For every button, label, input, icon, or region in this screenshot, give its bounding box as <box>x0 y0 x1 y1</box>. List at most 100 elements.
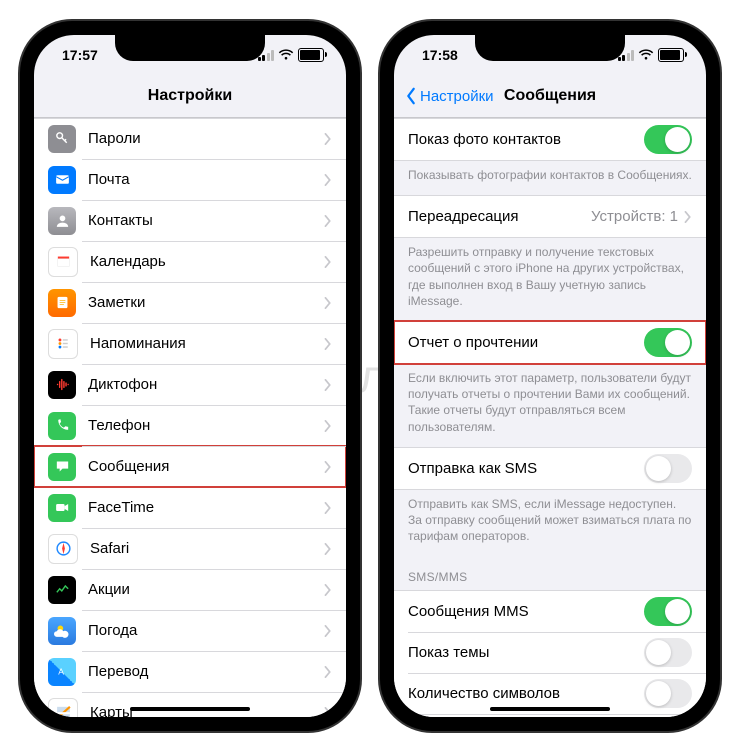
row-label: Safari <box>90 540 324 557</box>
facetime-icon <box>48 494 76 522</box>
settings-row-voice-memos[interactable]: Диктофон <box>34 364 346 405</box>
settings-row-contacts[interactable]: Контакты <box>34 200 346 241</box>
settings-row-reminders[interactable]: Напоминания <box>34 323 346 364</box>
row-show-contact-photos[interactable]: Показ фото контактов <box>394 118 706 161</box>
chevron-right-icon <box>684 211 692 223</box>
row-label: Почта <box>88 171 324 188</box>
row-label: Заметки <box>88 294 324 311</box>
chevron-right-icon <box>324 133 332 145</box>
navbar: Настройки Сообщения <box>394 75 706 118</box>
row-show-subject[interactable]: Показ темы <box>394 632 706 673</box>
chevron-right-icon <box>324 420 332 432</box>
back-button[interactable]: Настройки <box>404 87 494 105</box>
notch <box>475 35 625 61</box>
mail-icon <box>48 166 76 194</box>
chevron-right-icon <box>324 338 332 350</box>
section-footer: Если включить этот параметр, пользовател… <box>394 364 706 447</box>
battery-icon <box>658 48 684 62</box>
weather-icon <box>48 617 76 645</box>
section-footer: Показывать фотографии контактов в Сообще… <box>394 161 706 195</box>
row-label: Отправка как SMS <box>408 460 644 477</box>
row-label: Сообщения <box>88 458 324 475</box>
mms-messaging-toggle[interactable] <box>644 597 692 626</box>
phone-icon <box>48 412 76 440</box>
chevron-right-icon <box>324 256 332 268</box>
home-indicator[interactable] <box>130 707 250 711</box>
status-time: 17:58 <box>422 47 458 63</box>
settings-row-translate[interactable]: А Перевод <box>34 651 346 692</box>
translate-icon: А <box>48 658 76 686</box>
section-header: SMS/MMS <box>394 556 706 590</box>
row-label: Показ темы <box>408 644 644 661</box>
settings-row-weather[interactable]: Погода <box>34 610 346 651</box>
settings-row-messages[interactable]: Сообщения <box>34 446 346 487</box>
maps-icon <box>48 698 78 718</box>
row-label: Сообщения MMS <box>408 603 644 620</box>
settings-row-safari[interactable]: Safari <box>34 528 346 569</box>
row-label: Телефон <box>88 417 324 434</box>
row-send-as-sms[interactable]: Отправка как SMS <box>394 447 706 490</box>
section-footer: Отправить как SMS, если iMessage недосту… <box>394 490 706 557</box>
row-label: FaceTime <box>88 499 324 516</box>
chevron-right-icon <box>324 584 332 596</box>
settings-row-passwords[interactable]: Пароли <box>34 118 346 159</box>
chevron-right-icon <box>324 666 332 678</box>
notes-icon <box>48 289 76 317</box>
row-label: Акции <box>88 581 324 598</box>
home-indicator[interactable] <box>490 707 610 711</box>
row-label: Погода <box>88 622 324 639</box>
settings-row-maps[interactable]: Карты <box>34 692 346 717</box>
read-receipts-toggle[interactable] <box>644 328 692 357</box>
phone-right: 17:58 Настройки Сообщения Показ фото кон… <box>380 21 720 731</box>
contacts-icon <box>48 207 76 235</box>
row-label: Перевод <box>88 663 324 680</box>
chevron-right-icon <box>324 174 332 186</box>
row-label: Отчет о прочтении <box>408 334 644 351</box>
settings-row-notes[interactable]: Заметки <box>34 282 346 323</box>
messages-icon <box>48 453 76 481</box>
row-mms-messaging[interactable]: Сообщения MMS <box>394 590 706 632</box>
messages-settings-list[interactable]: Показ фото контактов Показывать фотографи… <box>394 118 706 717</box>
safari-icon <box>48 534 78 564</box>
chevron-right-icon <box>324 707 332 718</box>
chevron-right-icon <box>324 461 332 473</box>
send-as-sms-toggle[interactable] <box>644 454 692 483</box>
char-count-toggle[interactable] <box>644 679 692 708</box>
svg-text:А: А <box>58 666 64 676</box>
row-label: Пароли <box>88 130 324 147</box>
row-label: Показ фото контактов <box>408 131 644 148</box>
chevron-right-icon <box>324 502 332 514</box>
settings-row-calendar[interactable]: Календарь <box>34 241 346 282</box>
chevron-right-icon <box>324 297 332 309</box>
page-title: Сообщения <box>504 87 596 105</box>
show-subject-toggle[interactable] <box>644 638 692 667</box>
row-label: Переадресация <box>408 208 591 225</box>
stocks-icon <box>48 576 76 604</box>
show-contact-photos-toggle[interactable] <box>644 125 692 154</box>
chevron-right-icon <box>324 215 332 227</box>
reminders-icon <box>48 329 78 359</box>
settings-row-phone[interactable]: Телефон <box>34 405 346 446</box>
chevron-right-icon <box>324 625 332 637</box>
phone-left: 17:57 Настройки Пароли Почта Контакты Ка… <box>20 21 360 731</box>
row-value: Устройств: 1 <box>591 208 678 225</box>
wifi-icon <box>278 49 294 61</box>
navbar: Настройки <box>34 75 346 118</box>
settings-row-mail[interactable]: Почта <box>34 159 346 200</box>
row-read-receipts[interactable]: Отчет о прочтении <box>394 321 706 364</box>
notch <box>115 35 265 61</box>
chevron-right-icon <box>324 543 332 555</box>
row-label: Диктофон <box>88 376 324 393</box>
page-title: Настройки <box>148 87 232 105</box>
row-text-forwarding[interactable]: ПереадресацияУстройств: 1 <box>394 195 706 238</box>
status-time: 17:57 <box>62 47 98 63</box>
settings-row-facetime[interactable]: FaceTime <box>34 487 346 528</box>
battery-icon <box>298 48 324 62</box>
settings-row-stocks[interactable]: Акции <box>34 569 346 610</box>
section-footer: Разрешить отправку и получение текстовых… <box>394 238 706 321</box>
passwords-icon <box>48 125 76 153</box>
voice-memos-icon <box>48 371 76 399</box>
row-label: Напоминания <box>90 335 324 352</box>
settings-list[interactable]: Пароли Почта Контакты Календарь Заметки … <box>34 118 346 717</box>
row-blocked-contacts[interactable]: Заблокированные контакты <box>394 714 706 717</box>
